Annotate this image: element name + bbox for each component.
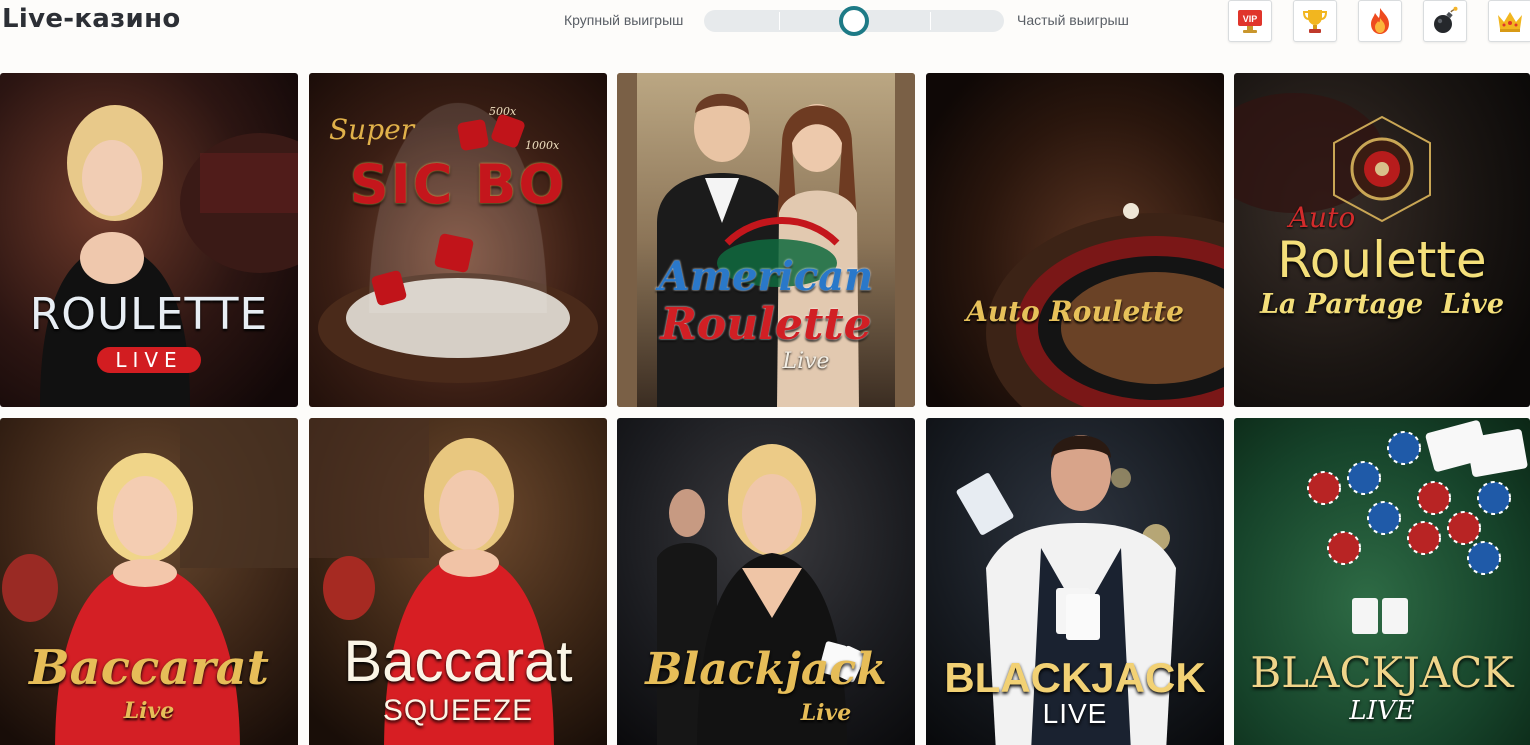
game-subtitle: SQUEEZE — [382, 694, 534, 727]
page-title: Live-казино — [2, 4, 181, 34]
vip-icon-label: VIP — [1243, 14, 1258, 24]
game-subtitle: Live — [123, 698, 175, 724]
game-title-second: Roulette — [660, 299, 872, 350]
game-title: ROULETTE — [29, 289, 269, 340]
game-title: Auto Roulette — [966, 295, 1184, 328]
game-title: BLACKJACK — [944, 654, 1206, 701]
vip-filter-button[interactable]: VIP — [1228, 0, 1272, 42]
fire-icon — [1371, 8, 1389, 34]
game-subtitle-wrap: LIVE — [0, 347, 298, 373]
game-subtitle: La Partage Live — [1259, 289, 1505, 320]
bomb-icon — [1434, 6, 1458, 33]
game-title: BLACKJACK — [1250, 648, 1514, 697]
game-tile-blackjack-live[interactable]: Blackjack Live — [617, 418, 915, 745]
game-tile-baccarat-live[interactable]: Baccarat Live — [0, 418, 298, 745]
game-title: Baccarat — [29, 640, 269, 696]
game-multiplier-tag: 1000x — [525, 139, 560, 152]
hot-filter-button[interactable] — [1358, 0, 1402, 42]
game-title-prefix: Auto — [1288, 201, 1356, 234]
trophy-icon — [1302, 10, 1328, 33]
game-subtitle: LIVE — [97, 347, 201, 373]
game-tile-baccarat-squeeze[interactable]: Baccarat SQUEEZE — [309, 418, 607, 745]
live-casino-page: Live-казино Крупный выигрыш Частый выигр… — [0, 0, 1530, 745]
crown-icon — [1498, 12, 1522, 32]
slider-handle[interactable] — [839, 6, 869, 36]
game-title: Roulette — [1277, 231, 1487, 289]
bomb-filter-button[interactable] — [1423, 0, 1467, 42]
game-title-prefix: Super — [329, 113, 415, 146]
volatility-slider[interactable] — [704, 6, 1004, 36]
game-tile-blackjack-live-2[interactable]: BLACKJACK LIVE — [926, 418, 1224, 745]
game-tile-auto-roulette[interactable]: Auto Roulette — [926, 73, 1224, 407]
game-title: SIC BO — [349, 153, 567, 216]
game-tile-super-sic-bo[interactable]: Super 500x 1000x SIC BO — [309, 73, 607, 407]
game-subtitle: LIVE — [1349, 696, 1415, 726]
game-subtitle: Live — [782, 349, 830, 374]
game-title: Blackjack — [645, 644, 887, 695]
game-tile-american-roulette-live[interactable]: American Roulette Live — [617, 73, 915, 407]
game-subtitle: Live — [800, 700, 852, 726]
game-title: American — [658, 253, 874, 300]
game-multiplier-tag: 500x — [489, 105, 517, 118]
game-artwork — [617, 418, 915, 745]
game-title: Baccarat — [343, 629, 573, 694]
game-tile-roulette-live[interactable]: ROULETTE LIVE — [0, 73, 298, 407]
slider-divider — [779, 12, 780, 30]
slider-divider — [930, 12, 931, 30]
top-filter-button[interactable] — [1293, 0, 1337, 42]
slider-right-label: Частый выигрыш — [1017, 12, 1129, 28]
game-artwork — [926, 73, 1224, 407]
game-subtitle: LIVE — [1042, 698, 1108, 729]
game-tile-auto-roulette-la-partage-live[interactable]: Auto Roulette La Partage Live — [1234, 73, 1530, 407]
vip-icon: VIP — [1238, 10, 1262, 33]
crown-filter-button[interactable] — [1488, 0, 1530, 42]
slider-left-label: Крупный выигрыш — [564, 12, 684, 28]
game-tile-blackjack-live-3[interactable]: BLACKJACK LIVE — [1234, 418, 1530, 745]
